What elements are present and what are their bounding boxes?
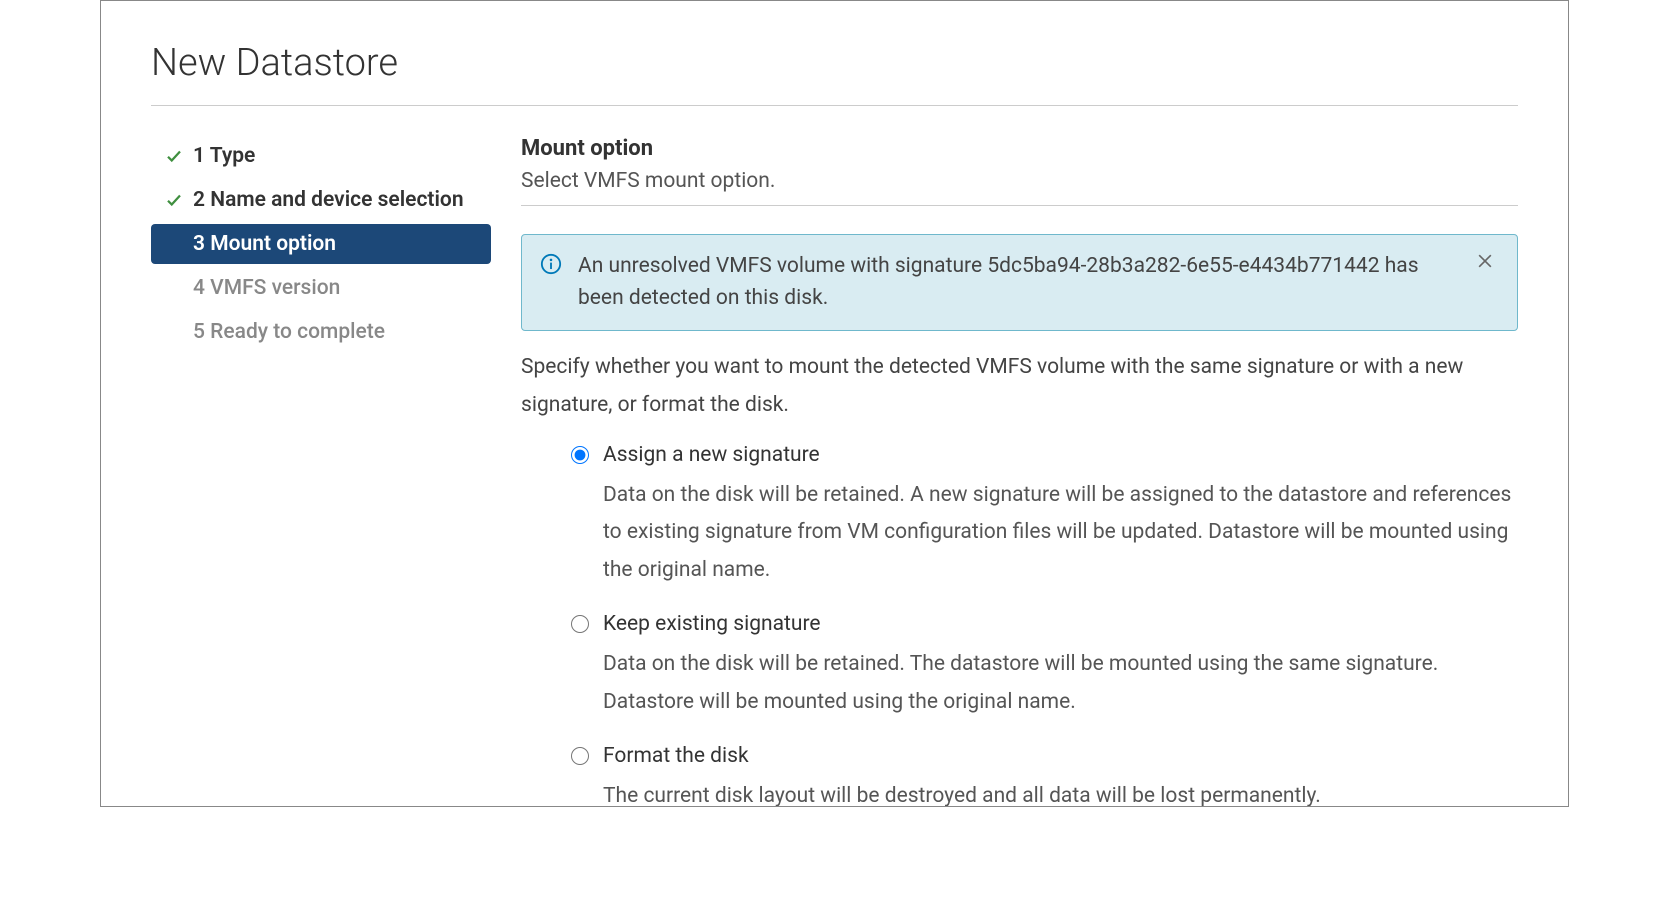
step-number: 5 xyxy=(193,320,205,344)
wizard-step-mount-option[interactable]: 3 Mount option xyxy=(151,224,491,264)
wizard-step-type[interactable]: 1 Type xyxy=(151,136,491,176)
option-keep-existing-signature: Keep existing signature Data on the disk… xyxy=(571,612,1518,722)
info-alert: An unresolved VMFS volume with signature… xyxy=(521,234,1518,331)
option-label: Assign a new signature xyxy=(603,443,820,467)
option-description: Data on the disk will be retained. A new… xyxy=(571,477,1518,590)
option-description: The current disk layout will be destroye… xyxy=(571,778,1518,807)
close-icon[interactable] xyxy=(1475,251,1499,275)
mount-options-group: Assign a new signature Data on the disk … xyxy=(521,443,1518,807)
wizard-step-name-device[interactable]: 2 Name and device selection xyxy=(151,180,491,220)
checkmark-icon xyxy=(165,147,187,165)
step-label: Name and device selection xyxy=(210,188,463,212)
step-label: VMFS version xyxy=(210,276,340,300)
step-number: 3 xyxy=(193,232,205,256)
step-number: 4 xyxy=(193,276,205,300)
title-divider xyxy=(151,105,1518,106)
step-label: Type xyxy=(210,144,256,168)
description-text: Specify whether you want to mount the de… xyxy=(521,349,1518,425)
wizard-steps-sidebar: 1 Type 2 Name and device selection xyxy=(151,136,491,807)
step-label: Ready to complete xyxy=(210,320,385,344)
section-subtitle: Select VMFS mount option. xyxy=(521,169,1518,193)
dialog-body: 1 Type 2 Name and device selection xyxy=(151,136,1518,807)
main-content: Mount option Select VMFS mount option. A… xyxy=(521,136,1518,807)
option-label: Format the disk xyxy=(603,744,749,768)
section-title: Mount option xyxy=(521,136,1518,161)
wizard-step-vmfs-version[interactable]: 4 VMFS version xyxy=(151,268,491,308)
option-assign-new-signature: Assign a new signature Data on the disk … xyxy=(571,443,1518,590)
step-label: Mount option xyxy=(210,232,336,256)
alert-text: An unresolved VMFS volume with signature… xyxy=(578,251,1459,314)
step-number: 1 xyxy=(193,144,205,168)
radio-assign-new-signature[interactable] xyxy=(571,446,589,464)
radio-format-disk[interactable] xyxy=(571,747,589,765)
section-divider xyxy=(521,205,1518,206)
option-label: Keep existing signature xyxy=(603,612,821,636)
option-format-disk: Format the disk The current disk layout … xyxy=(571,744,1518,807)
radio-keep-existing-signature[interactable] xyxy=(571,615,589,633)
wizard-step-ready[interactable]: 5 Ready to complete xyxy=(151,312,491,352)
step-number: 2 xyxy=(193,188,205,212)
option-description: Data on the disk will be retained. The d… xyxy=(571,646,1518,722)
new-datastore-dialog: New Datastore 1 Type 2 xyxy=(100,0,1569,807)
dialog-title: New Datastore xyxy=(151,41,1518,85)
checkmark-icon xyxy=(165,191,187,209)
info-icon xyxy=(540,253,562,279)
